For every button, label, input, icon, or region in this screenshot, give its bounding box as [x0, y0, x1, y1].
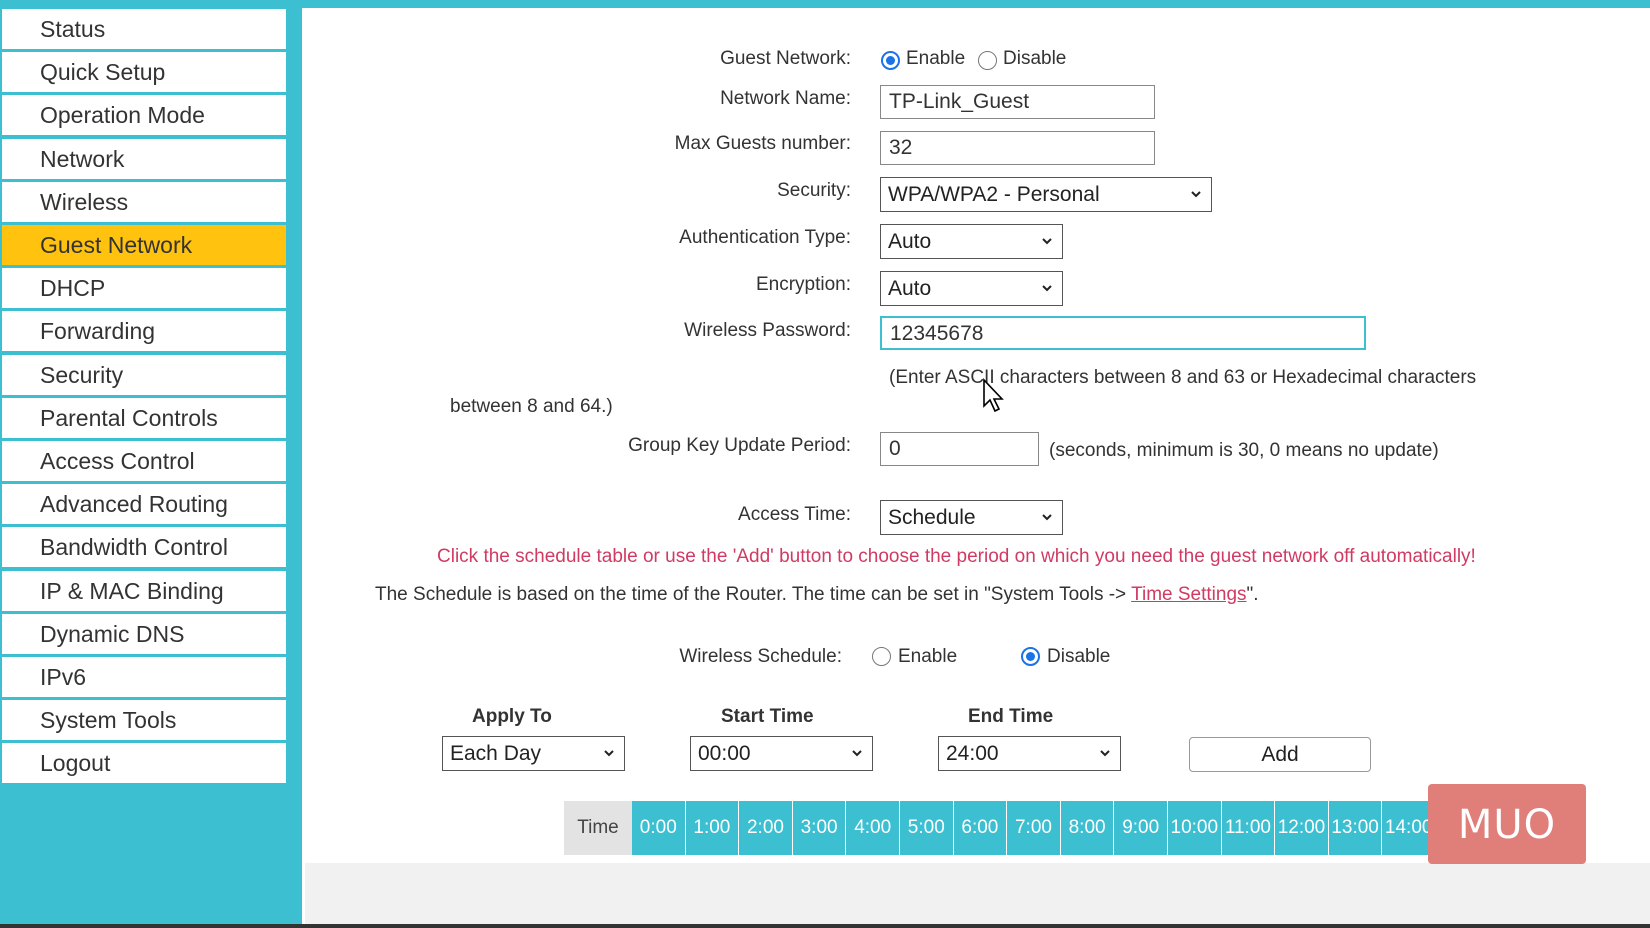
group-key-label: Group Key Update Period: — [628, 435, 851, 456]
bottom-border — [0, 924, 1650, 928]
sidebar-item-status[interactable]: Status — [2, 9, 286, 49]
sidebar-item-parental-controls[interactable]: Parental Controls — [2, 397, 286, 438]
chevron-down-icon — [1042, 285, 1052, 292]
wireless-schedule-disable-label[interactable]: Disable — [1047, 646, 1110, 668]
guest-network-disable-radio[interactable] — [978, 51, 997, 70]
security-select[interactable]: WPA/WPA2 - Personal — [880, 177, 1212, 212]
password-hint-cont: between 8 and 64.) — [450, 396, 613, 417]
group-key-input[interactable]: 0 — [880, 432, 1039, 466]
sidebar-item-logout[interactable]: Logout — [2, 743, 286, 784]
guest-network-label: Guest Network: — [720, 48, 851, 69]
sidebar-item-network[interactable]: Network — [2, 138, 286, 179]
sidebar-item-dynamic-dns[interactable]: Dynamic DNS — [2, 613, 286, 654]
schedule-hour-cell[interactable]: 4:00 — [846, 801, 900, 855]
auth-type-label: Authentication Type: — [679, 227, 851, 248]
schedule-hour-cell[interactable]: 9:00 — [1114, 801, 1168, 855]
wireless-schedule-enable-radio[interactable] — [872, 647, 891, 666]
guest-network-disable-label[interactable]: Disable — [1003, 48, 1066, 70]
wireless-schedule-enable-label[interactable]: Enable — [898, 646, 957, 668]
start-time-header: Start Time — [721, 706, 814, 727]
network-name-input[interactable]: TP-Link_Guest — [880, 85, 1155, 119]
schedule-hour-cell[interactable]: 5:00 — [900, 801, 954, 855]
schedule-hour-cell[interactable]: 12:00 — [1275, 801, 1329, 855]
muo-logo: MUO — [1428, 784, 1586, 864]
schedule-hour-cell[interactable]: 10:00 — [1168, 801, 1222, 855]
schedule-hour-cell[interactable]: 0:00 — [632, 801, 686, 855]
schedule-notice: Click the schedule table or use the 'Add… — [437, 546, 1476, 567]
encryption-select[interactable]: Auto — [880, 271, 1063, 306]
end-time-select[interactable]: 24:00 — [938, 736, 1121, 771]
time-settings-link[interactable]: Time Settings — [1131, 584, 1246, 605]
max-guests-label: Max Guests number: — [674, 133, 851, 154]
schedule-hour-cell[interactable]: 8:00 — [1060, 801, 1115, 855]
schedule-info: The Schedule is based on the time of the… — [375, 584, 1259, 606]
sidebar-item-operation-mode[interactable]: Operation Mode — [2, 95, 286, 136]
chevron-down-icon — [1042, 238, 1052, 245]
sidebar-item-ipv6[interactable]: IPv6 — [2, 657, 286, 697]
guest-network-enable-label[interactable]: Enable — [906, 48, 965, 70]
sidebar-item-dhcp[interactable]: DHCP — [2, 268, 286, 309]
schedule-hour-cell[interactable]: 3:00 — [792, 801, 847, 855]
password-input[interactable]: 12345678 — [880, 316, 1366, 350]
access-time-select-value: Schedule — [888, 506, 976, 529]
mouse-cursor-icon — [983, 378, 1004, 413]
chevron-down-icon — [852, 750, 862, 757]
encryption-select-value: Auto — [888, 277, 932, 300]
auth-type-select-value: Auto — [888, 230, 932, 253]
schedule-hour-cell[interactable]: 6:00 — [953, 801, 1008, 855]
wireless-schedule-label: Wireless Schedule: — [679, 646, 842, 667]
schedule-table-head: Time — [564, 801, 632, 855]
end-time-select-value: 24:00 — [946, 742, 999, 765]
schedule-info-prefix: The Schedule is based on the time of the… — [375, 584, 1132, 605]
apply-to-select[interactable]: Each Day — [442, 736, 625, 771]
chevron-down-icon — [1191, 191, 1201, 198]
sidebar-nav: Status Quick Setup Operation Mode Network Wi… — [0, 0, 302, 928]
sidebar-item-ip-mac-binding[interactable]: IP & MAC Binding — [2, 570, 286, 611]
encryption-label: Encryption: — [755, 274, 851, 295]
wireless-schedule-disable-radio[interactable] — [1021, 647, 1040, 666]
guest-network-enable-radio[interactable] — [881, 51, 900, 70]
start-time-select[interactable]: 00:00 — [690, 736, 873, 771]
schedule-info-suffix: ". — [1246, 584, 1259, 605]
add-button[interactable]: Add — [1189, 737, 1371, 772]
auth-type-select[interactable]: Auto — [880, 224, 1063, 259]
access-time-select[interactable]: Schedule — [880, 500, 1063, 535]
group-key-hint: (seconds, minimum is 30, 0 means no upda… — [1049, 440, 1439, 461]
sidebar-item-advanced-routing[interactable]: Advanced Routing — [2, 484, 286, 525]
schedule-hour-cell[interactable]: 7:00 — [1007, 801, 1061, 855]
password-label: Wireless Password: — [684, 320, 851, 341]
sidebar-item-bandwidth-control[interactable]: Bandwidth Control — [2, 527, 286, 568]
schedule-hour-cell[interactable]: 11:00 — [1221, 801, 1276, 855]
max-guests-input[interactable]: 32 — [880, 131, 1155, 165]
sidebar-item-security[interactable]: Security — [2, 354, 286, 395]
apply-to-select-value: Each Day — [450, 742, 542, 765]
sidebar-item-wireless[interactable]: Wireless — [2, 181, 286, 222]
sidebar-item-access-control[interactable]: Access Control — [2, 441, 286, 481]
sidebar-item-quick-setup[interactable]: Quick Setup — [2, 52, 286, 93]
start-time-select-value: 00:00 — [698, 742, 751, 765]
apply-to-header: Apply To — [472, 706, 552, 727]
network-name-label: Network Name: — [720, 88, 851, 109]
chevron-down-icon — [1100, 750, 1110, 757]
schedule-hour-cell[interactable]: 13:00 — [1328, 801, 1383, 855]
sidebar-item-system-tools[interactable]: System Tools — [2, 700, 286, 741]
sidebar-item-guest-network[interactable]: Guest Network — [2, 225, 286, 265]
access-time-label: Access Time: — [738, 504, 851, 525]
chevron-down-icon — [604, 750, 614, 757]
security-label: Security: — [777, 180, 851, 201]
sidebar-item-forwarding[interactable]: Forwarding — [2, 311, 286, 352]
footer-bar — [305, 863, 1650, 928]
schedule-hour-cell[interactable]: 1:00 — [685, 801, 740, 855]
chevron-down-icon — [1042, 514, 1052, 521]
password-hint: (Enter ASCII characters between 8 and 63… — [889, 367, 1477, 388]
schedule-hour-cell[interactable]: 2:00 — [739, 801, 793, 855]
top-strip — [302, 0, 1650, 8]
security-select-value: WPA/WPA2 - Personal — [888, 183, 1100, 206]
watermark-text: MUO — [1457, 802, 1557, 848]
end-time-header: End Time — [968, 706, 1054, 727]
